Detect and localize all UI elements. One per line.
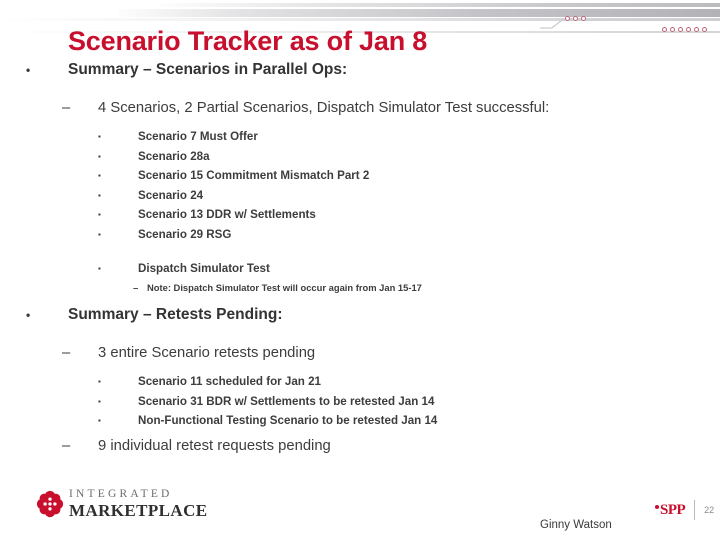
section-1-item-5: ▪ Scenario 29 RSG (98, 227, 231, 243)
banner-dot (678, 27, 683, 32)
bullet-marker-icon: – (62, 100, 71, 116)
section-1-extra-item: ▪ Dispatch Simulator Test (98, 261, 270, 277)
banner-dot (662, 27, 667, 32)
banner-dot (702, 27, 707, 32)
slide-title: Scenario Tracker as of Jan 8 (68, 26, 428, 56)
bullet-marker-icon: ▪ (98, 264, 101, 273)
section-1-sub-label-text: 4 Scenarios, 2 Partial Scenarios, Dispat… (98, 100, 550, 116)
section-1-item-3-text: Scenario 24 (138, 188, 204, 202)
section-2-item-1-text: Scenario 31 BDR w/ Settlements to be ret… (138, 394, 435, 408)
bullet-marker-icon: – (133, 282, 139, 293)
banner-dot (573, 16, 578, 21)
banner-dot (670, 27, 675, 32)
banner-dot (694, 27, 699, 32)
section-2-sub2-label: – 9 individual retest requests pending (62, 437, 331, 455)
bullet-marker-icon: ▪ (98, 190, 101, 200)
bullet-marker-icon: • (26, 63, 31, 77)
section-1-heading: • Summary – Scenarios in Parallel Ops: (26, 61, 347, 79)
rosette-icon (36, 490, 64, 518)
section-1-item-0: ▪ Scenario 7 Must Offer (98, 129, 258, 145)
spp-logo-text: SPP (660, 501, 686, 518)
section-1-heading-text: Summary – Scenarios in Parallel Ops: (68, 61, 348, 78)
section-2-item-1: ▪ Scenario 31 BDR w/ Settlements to be re… (98, 394, 434, 410)
bullet-marker-icon: ▪ (98, 416, 101, 425)
bullet-marker-icon: ▪ (98, 171, 101, 180)
section-1-item-1-text: Scenario 28a (138, 149, 210, 163)
banner-swoop-line (540, 19, 720, 29)
section-1-item-2: ▪ Scenario 15 Commitment Mismatch Part 2 (98, 168, 369, 184)
bullet-marker-icon: • (26, 308, 31, 322)
integrated-marketplace-logo: INTEGRATED MARKETPLACE (36, 488, 208, 520)
banner-dot (565, 16, 570, 21)
banner-dot (686, 27, 691, 32)
section-1-item-4: ▪ Scenario 13 DDR w/ Settlements (98, 207, 316, 223)
section-2-sub1-label: – 3 entire Scenario retests pending (62, 344, 315, 362)
banner-dots-left-group (565, 16, 586, 21)
section-2-item-0: ▪ Scenario 11 scheduled for Jan 21 (98, 374, 321, 390)
banner-band-3 (0, 18, 720, 21)
section-1-item-5-text: Scenario 29 RSG (138, 227, 232, 241)
section-2-sub1-label-text: 3 entire Scenario retests pending (98, 345, 316, 361)
spp-logo: SPP (655, 501, 686, 519)
section-1-item-2-text: Scenario 15 Commitment Mismatch Part 2 (138, 169, 370, 182)
section-2-heading: • Summary – Retests Pending: (26, 306, 282, 324)
presenter-name: Ginny Watson (540, 519, 612, 531)
bullet-marker-icon: – (62, 438, 71, 454)
bullet-marker-icon: ▪ (98, 151, 101, 161)
section-2-sub2-label-text: 9 individual retest requests pending (98, 438, 331, 454)
spp-dot-icon (655, 504, 659, 509)
banner-band-2 (118, 9, 720, 17)
section-1-item-3: ▪ Scenario 24 (98, 188, 203, 204)
logo-line-integrated: INTEGRATED (69, 488, 173, 500)
bullet-marker-icon: – (62, 345, 71, 361)
spp-footer-block: SPP 22 (655, 500, 714, 520)
bullet-marker-icon: ▪ (98, 132, 101, 141)
banner-dots-right-group (662, 27, 707, 32)
section-1-item-0-text: Scenario 7 Must Offer (138, 130, 258, 143)
footer-divider (694, 500, 696, 520)
section-2-item-0-text: Scenario 11 scheduled for Jan 21 (138, 375, 322, 388)
bullet-marker-icon: ▪ (98, 377, 101, 386)
bullet-marker-icon: ▪ (98, 229, 101, 239)
section-1-extra-note-text: Note: Dispatch Simulator Test will occur… (147, 282, 422, 293)
integrated-marketplace-wordmark: INTEGRATED MARKETPLACE (69, 488, 208, 520)
section-1-item-1: ▪ Scenario 28a (98, 149, 210, 165)
page-number: 22 (704, 505, 715, 515)
section-1-item-4-text: Scenario 13 DDR w/ Settlements (138, 208, 316, 221)
section-2-item-2: ▪ Non-Functional Testing Scenario to be r… (98, 413, 437, 429)
section-2-item-2-text: Non-Functional Testing Scenario to be re… (138, 414, 438, 427)
section-1-extra-note: – Note: Dispatch Simulator Test will occu… (133, 281, 422, 295)
banner-dot (581, 16, 586, 21)
banner-band-1 (150, 3, 720, 7)
bullet-marker-icon: ▪ (98, 396, 101, 406)
logo-line-marketplace: MARKETPLACE (69, 500, 208, 520)
section-1-sub-label: – 4 Scenarios, 2 Partial Scenarios, Dispa… (62, 99, 549, 117)
bullet-marker-icon: ▪ (98, 210, 101, 219)
section-1-extra-item-text: Dispatch Simulator Test (138, 262, 270, 275)
section-2-heading-text: Summary – Retests Pending: (68, 306, 283, 323)
